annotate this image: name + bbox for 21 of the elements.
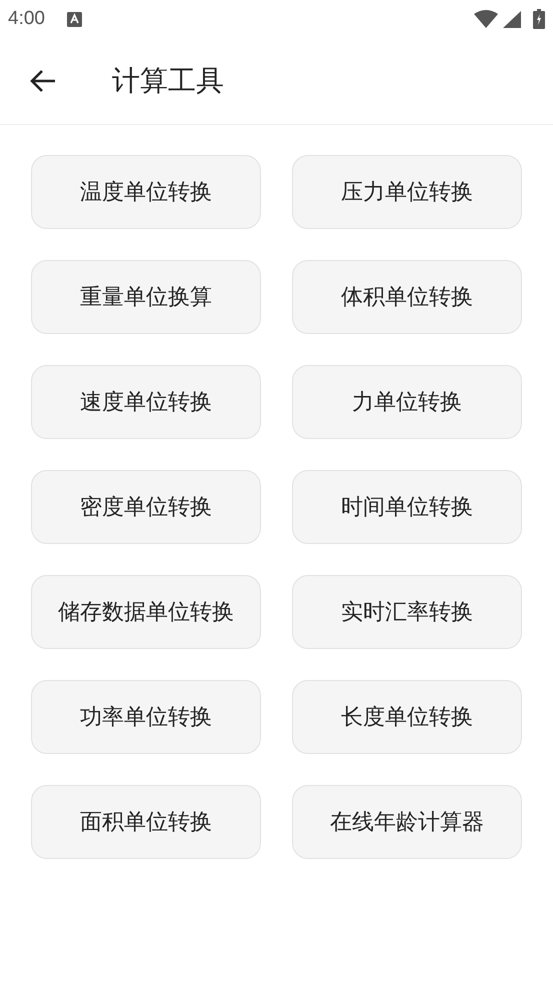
tool-button[interactable]: 力单位转换 [292, 365, 522, 439]
tool-button[interactable]: 密度单位转换 [31, 470, 261, 544]
tool-button[interactable]: 压力单位转换 [292, 155, 522, 229]
tool-button[interactable]: 实时汇率转换 [292, 575, 522, 649]
tool-button[interactable]: 储存数据单位转换 [31, 575, 261, 649]
page-title: 计算工具 [112, 63, 224, 99]
tool-button[interactable]: 重量单位换算 [31, 260, 261, 334]
keyboard-icon [66, 12, 82, 26]
tool-button[interactable]: 体积单位转换 [292, 260, 522, 334]
tool-button[interactable]: 面积单位转换 [31, 785, 261, 859]
back-arrow-icon [30, 69, 56, 93]
signal-icon [503, 10, 521, 28]
tool-button[interactable]: 温度单位转换 [31, 155, 261, 229]
tool-button[interactable]: 在线年龄计算器 [292, 785, 522, 859]
wifi-icon [474, 10, 498, 28]
tool-button[interactable]: 功率单位转换 [31, 680, 261, 754]
tool-button[interactable]: 时间单位转换 [292, 470, 522, 544]
tool-button[interactable]: 长度单位转换 [292, 680, 522, 754]
status-time: 4:00 [8, 8, 45, 30]
tool-button[interactable]: 速度单位转换 [31, 365, 261, 439]
battery-icon [533, 9, 545, 29]
